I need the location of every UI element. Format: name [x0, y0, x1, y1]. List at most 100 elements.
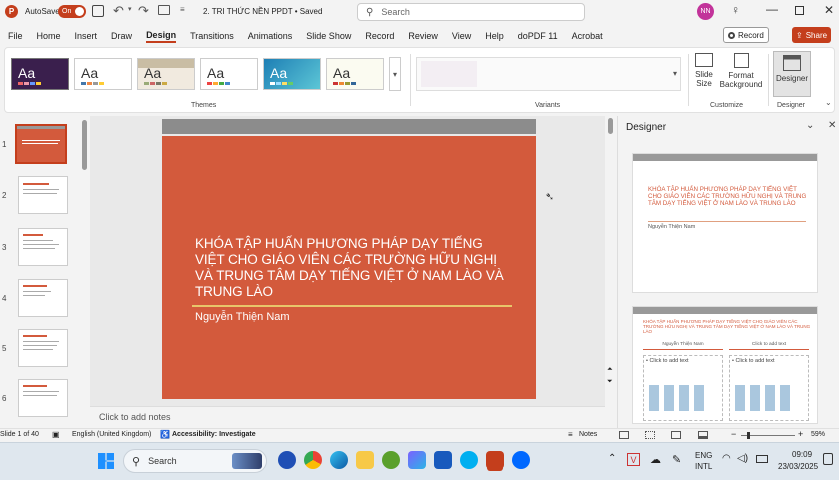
volume-icon[interactable]: ◁): [737, 453, 748, 464]
zoom-out-icon[interactable]: −: [731, 429, 736, 439]
powerpoint-icon[interactable]: [486, 451, 504, 469]
chevron-up-icon[interactable]: ⌃: [608, 453, 616, 464]
antivirus-icon[interactable]: V: [627, 453, 640, 466]
clock-time[interactable]: 09:09: [792, 450, 812, 459]
slide-1[interactable]: KHÓA TẬP HUẤN PHƯƠNG PHÁP DẠY TIẾNG VIỆT…: [162, 136, 536, 399]
canvas-scrollbar[interactable]: ⏶ ⏷: [607, 116, 615, 406]
slide-thumbnail-item[interactable]: 4: [2, 279, 68, 317]
present-icon[interactable]: [158, 5, 170, 15]
skype-icon[interactable]: [460, 451, 478, 469]
language-primary[interactable]: ENG: [695, 451, 712, 460]
collapse-ribbon-icon[interactable]: ⌄: [825, 98, 832, 107]
photos-icon[interactable]: [408, 451, 426, 469]
slide-subtitle[interactable]: Nguyễn Thiện Nam: [195, 311, 290, 323]
language-indicator[interactable]: English (United Kingdom): [72, 431, 151, 438]
tab-transitions[interactable]: Transitions: [190, 31, 234, 41]
slide-thumbnail-2[interactable]: [18, 176, 68, 214]
zalo-icon[interactable]: [512, 451, 530, 469]
themes-more-button[interactable]: ▾: [389, 57, 401, 91]
zoom-level[interactable]: 59%: [811, 431, 825, 438]
taskbar-search[interactable]: ⚲ Search: [123, 449, 267, 473]
tab-dopdf[interactable]: doPDF 11: [518, 31, 558, 41]
tab-home[interactable]: Home: [37, 31, 61, 41]
notes-toggle[interactable]: Notes: [579, 431, 597, 438]
chevron-down-icon[interactable]: ▾: [128, 5, 132, 13]
slide-sorter-icon[interactable]: [645, 431, 655, 439]
designer-button[interactable]: Designer: [773, 51, 811, 97]
record-button[interactable]: Record: [723, 27, 769, 43]
notes-pane[interactable]: Click to add notes: [90, 406, 605, 428]
share-button[interactable]: ⇪ Share: [792, 27, 832, 43]
undo-icon[interactable]: ↶: [113, 3, 124, 19]
slide-thumbnail-6[interactable]: [18, 379, 68, 417]
slide-thumbnail-3[interactable]: [18, 228, 68, 266]
normal-view-icon[interactable]: [619, 431, 629, 439]
language-secondary[interactable]: INTL: [695, 462, 712, 471]
document-title[interactable]: 2. TRI THỨC NỀN PPDT • Saved: [203, 7, 322, 16]
format-background-button[interactable]: Format Background: [720, 53, 762, 89]
lightbulb-icon[interactable]: ♀: [731, 3, 740, 17]
variants-gallery[interactable]: ▾: [416, 57, 681, 91]
theme-option-2[interactable]: Aa: [74, 58, 132, 90]
greenshot-icon[interactable]: [382, 451, 400, 469]
slide-thumbnail-item[interactable]: 2: [2, 176, 68, 214]
zoom-in-icon[interactable]: +: [798, 429, 803, 439]
avatar[interactable]: NN: [697, 3, 714, 20]
slide-thumbnail-1[interactable]: [15, 124, 67, 164]
windows-start-icon[interactable]: [98, 453, 114, 469]
tab-file[interactable]: File: [8, 31, 23, 41]
redo-icon[interactable]: ↷: [138, 3, 149, 19]
slide-size-button[interactable]: Slide Size: [689, 53, 719, 88]
spellcheck-icon[interactable]: ▣: [52, 430, 60, 439]
tab-review[interactable]: Review: [408, 31, 438, 41]
tab-record[interactable]: Record: [365, 31, 394, 41]
restore-icon[interactable]: [795, 6, 804, 15]
zoom-slider[interactable]: [741, 432, 795, 439]
tab-animations[interactable]: Animations: [248, 31, 293, 41]
autosave-toggle[interactable]: On: [58, 5, 86, 18]
tab-acrobat[interactable]: Acrobat: [572, 31, 603, 41]
tab-draw[interactable]: Draw: [111, 31, 132, 41]
search-box[interactable]: ⚲ Search: [357, 3, 585, 21]
cloud-icon[interactable]: ☁: [650, 453, 661, 466]
file-explorer-icon[interactable]: [356, 451, 374, 469]
slide-thumbnail-item[interactable]: 3: [2, 228, 68, 266]
wifi-icon[interactable]: ◠: [722, 453, 731, 464]
theme-option-4[interactable]: Aa: [200, 58, 258, 90]
slides-scrollbar[interactable]: [82, 120, 87, 170]
close-window-icon[interactable]: ✕: [824, 3, 834, 17]
tab-insert[interactable]: Insert: [75, 31, 98, 41]
accessibility-status[interactable]: Accessibility: Investigate: [172, 431, 256, 438]
theme-option-5[interactable]: Aa: [263, 58, 321, 90]
slideshow-icon[interactable]: [698, 431, 708, 439]
theme-option-1[interactable]: Aa: [11, 58, 69, 90]
customize-qat-icon[interactable]: ≡: [180, 5, 185, 14]
battery-icon[interactable]: [756, 455, 768, 463]
reading-view-icon[interactable]: [671, 431, 681, 439]
slide-thumbnail-item[interactable]: 1: [2, 124, 67, 164]
notification-icon[interactable]: [823, 453, 833, 465]
chrome-icon[interactable]: [304, 451, 322, 469]
slide-thumbnail-4[interactable]: [18, 279, 68, 317]
design-idea-card[interactable]: KHÓA TẬP HUẤN PHƯƠNG PHÁP DẠY TIẾNG VIỆT…: [632, 306, 818, 424]
theme-option-3[interactable]: Aa: [137, 58, 195, 90]
next-slide-icon[interactable]: ⏷: [607, 378, 613, 386]
prev-slide-icon[interactable]: ⏶: [607, 366, 613, 374]
clock-date[interactable]: 23/03/2025: [778, 462, 818, 471]
tab-slide-show[interactable]: Slide Show: [306, 31, 351, 41]
tab-design[interactable]: Design: [146, 30, 177, 43]
close-icon[interactable]: ✕: [828, 120, 836, 131]
chevron-down-icon[interactable]: ⌄: [806, 120, 814, 131]
slide-title[interactable]: KHÓA TẬP HUẤN PHƯƠNG PHÁP DẠY TIẾNG VIỆT…: [195, 236, 510, 300]
word-icon[interactable]: [434, 451, 452, 469]
save-icon[interactable]: [92, 5, 104, 17]
edge-icon[interactable]: [330, 451, 348, 469]
slide-thumbnail-item[interactable]: 5: [2, 329, 68, 367]
tab-view[interactable]: View: [452, 31, 471, 41]
stylus-icon[interactable]: ✎: [672, 453, 681, 466]
slide-thumbnail-item[interactable]: 6: [2, 379, 68, 417]
design-idea-card[interactable]: KHÓA TẬP HUẤN PHƯƠNG PHÁP DẠY TIẾNG VIỆT…: [632, 153, 818, 293]
zalo-app-icon[interactable]: [278, 451, 296, 469]
minimize-icon[interactable]: —: [766, 2, 778, 16]
tab-help[interactable]: Help: [485, 31, 504, 41]
